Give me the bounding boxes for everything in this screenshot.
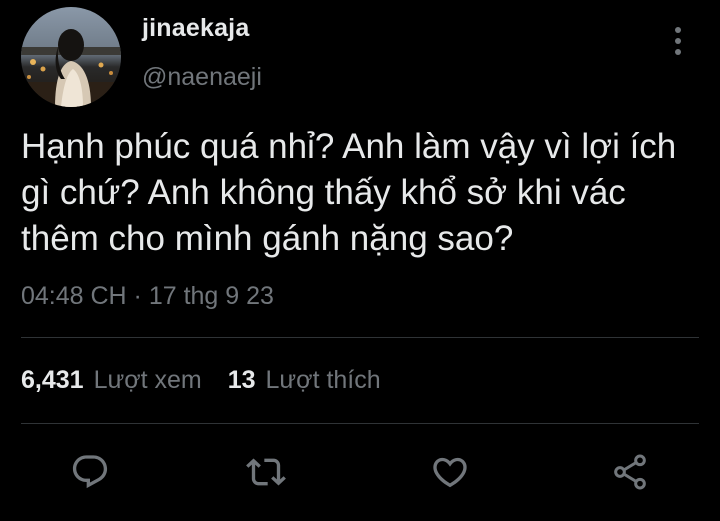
more-dot-icon [675,38,681,44]
reply-button[interactable] [68,450,112,494]
like-button[interactable] [428,450,472,494]
action-bar [0,450,720,494]
avatar-photo [21,7,121,107]
likes-count: 13 [227,366,256,394]
avatar[interactable] [21,7,121,107]
user-handle[interactable]: @naenaeji [142,63,262,92]
likes-stat[interactable]: 13 Lượt thích [228,366,381,395]
views-label: Lượt xem [93,366,202,394]
more-dot-icon [675,27,681,33]
retweet-icon [246,458,286,486]
divider [21,337,699,338]
share-button[interactable] [608,450,652,494]
share-icon [614,454,646,490]
views-count: 6,431 [21,366,84,394]
more-options-button[interactable] [664,25,692,57]
reply-icon [72,455,108,489]
tweet-timestamp[interactable]: 04:48 CH · 17 thg 9 23 [21,282,274,311]
display-name[interactable]: jinaekaja [142,14,249,43]
tweet-text: Hạnh phúc quá nhỉ? Anh làm vậy vì lợi íc… [21,127,677,258]
divider [21,423,699,424]
retweet-button[interactable] [244,450,288,494]
views-stat[interactable]: 6,431 Lượt xem [21,366,202,395]
more-dot-icon [675,49,681,55]
tweet-stats: 6,431 Lượt xem 13 Lượt thích [21,366,381,395]
likes-label: Lượt thích [265,366,381,394]
heart-icon [433,457,467,488]
